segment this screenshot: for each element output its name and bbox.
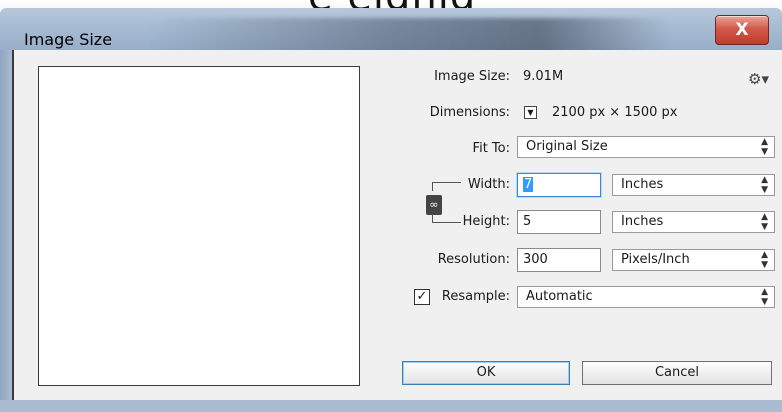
- close-button[interactable]: X: [715, 15, 769, 45]
- resolution-label: Resolution:: [437, 252, 510, 267]
- resample-select[interactable]: Automatic ▲ ▼: [517, 286, 775, 308]
- height-unit-value: Inches: [621, 214, 664, 229]
- resample-label: Resample:: [441, 289, 510, 304]
- resample-checkbox[interactable]: ✓: [414, 289, 430, 305]
- dimensions-dropdown-icon[interactable]: ▼: [524, 106, 537, 119]
- height-unit-select[interactable]: Inches ▲ ▼: [612, 211, 775, 233]
- height-label: Height:: [462, 214, 510, 229]
- cancel-button[interactable]: Cancel: [582, 361, 772, 385]
- updown-arrows-icon: ▲ ▼: [761, 250, 768, 270]
- updown-arrows-icon: ▲ ▼: [761, 212, 768, 232]
- width-label: Width:: [467, 177, 510, 192]
- window-frame: [0, 50, 12, 412]
- updown-arrows-icon: ▲ ▼: [761, 287, 768, 307]
- image-size-label: Image Size:: [434, 69, 510, 84]
- resolution-unit-select[interactable]: Pixels/Inch ▲ ▼: [612, 249, 775, 271]
- close-icon: X: [735, 20, 749, 40]
- image-preview[interactable]: [38, 66, 360, 386]
- width-unit-value: Inches: [621, 177, 664, 192]
- fit-to-label: Fit To:: [472, 141, 510, 156]
- checkmark-icon: ✓: [416, 289, 428, 304]
- updown-arrows-icon: ▲ ▼: [761, 175, 768, 195]
- gear-icon[interactable]: ⚙▾: [748, 70, 769, 88]
- link-chain-icon[interactable]: ∞: [426, 195, 442, 215]
- resolution-input[interactable]: 300: [517, 248, 601, 272]
- image-size-value: 9.01M: [523, 69, 564, 84]
- fit-to-select[interactable]: Original Size ▲ ▼: [517, 136, 775, 158]
- fit-to-value: Original Size: [526, 139, 608, 154]
- window-title: Image Size: [24, 30, 113, 49]
- width-input[interactable]: 7: [517, 173, 601, 197]
- width-unit-select[interactable]: Inches ▲ ▼: [612, 174, 775, 196]
- height-input[interactable]: 5: [517, 210, 601, 234]
- dimensions-value: 2100 px × 1500 px: [552, 105, 678, 120]
- ok-button[interactable]: OK: [402, 361, 570, 385]
- resolution-unit-value: Pixels/Inch: [621, 252, 690, 267]
- resample-value: Automatic: [526, 289, 593, 304]
- dimensions-label: Dimensions:: [429, 105, 510, 120]
- updown-arrows-icon: ▲ ▼: [761, 137, 768, 157]
